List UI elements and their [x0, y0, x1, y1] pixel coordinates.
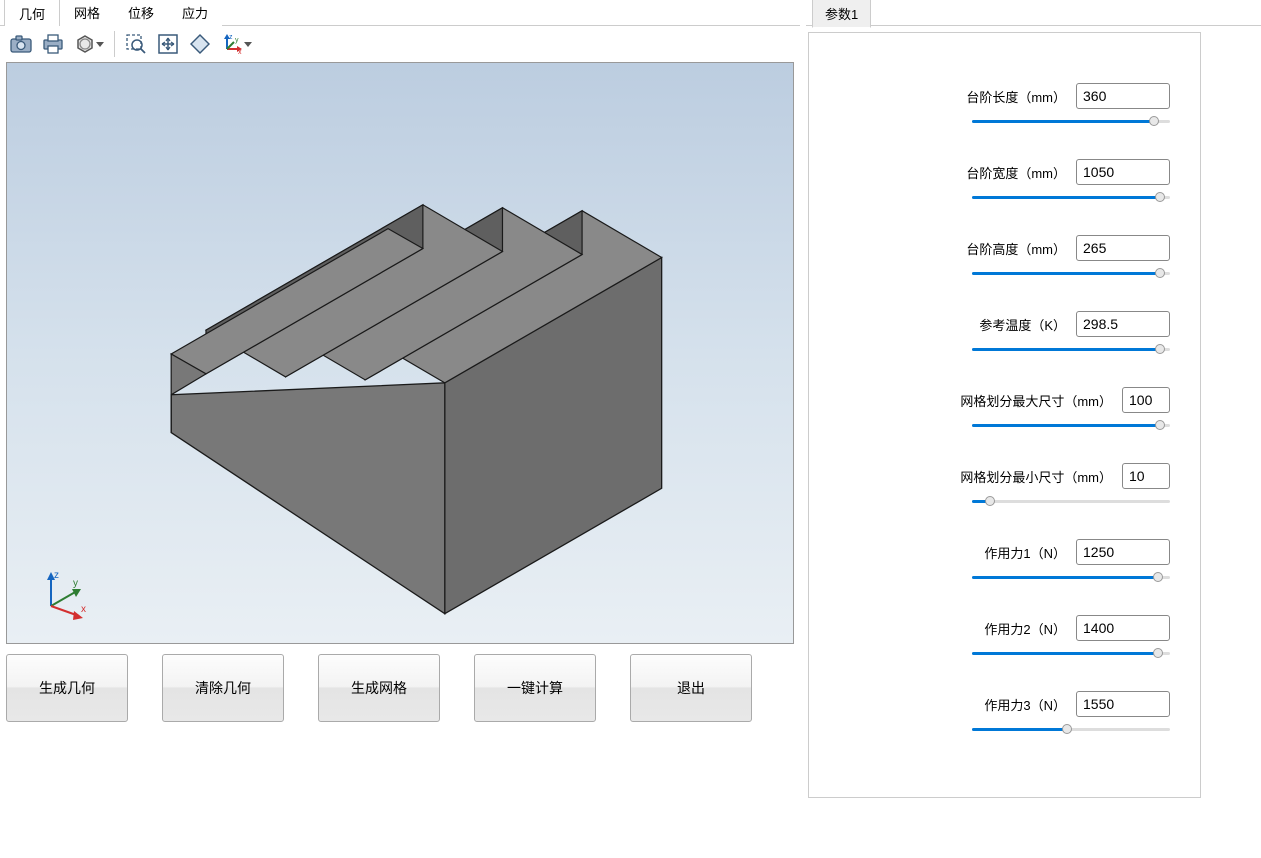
generate-geometry-button[interactable]: 生成几何: [6, 654, 128, 722]
param-slider[interactable]: [972, 725, 1170, 735]
param-label: 网格划分最大尺寸（mm）: [960, 391, 1112, 410]
param-input[interactable]: [1076, 83, 1170, 109]
param-row: 台阶高度（mm）: [839, 235, 1170, 279]
tab-mesh[interactable]: 网格: [60, 0, 114, 26]
param-slider[interactable]: [972, 345, 1170, 355]
param-input[interactable]: [1076, 235, 1170, 261]
action-buttons: 生成几何 清除几何 生成网格 一键计算 退出: [0, 644, 800, 722]
generate-mesh-button[interactable]: 生成网格: [318, 654, 440, 722]
param-input[interactable]: [1076, 539, 1170, 565]
param-label: 台阶宽度（mm）: [966, 163, 1066, 182]
param-row: 作用力3（N）: [839, 691, 1170, 735]
xy-plane-icon[interactable]: [185, 29, 215, 59]
axis-triad: z y x: [37, 568, 93, 623]
svg-text:y: y: [235, 37, 239, 44]
param-input[interactable]: [1122, 387, 1170, 413]
3d-viewport[interactable]: z y x: [6, 62, 794, 644]
param-label: 作用力3（N）: [984, 695, 1066, 714]
param-slider[interactable]: [972, 573, 1170, 583]
svg-text:y: y: [73, 578, 78, 589]
tab-stress[interactable]: 应力: [168, 0, 222, 26]
param-label: 参考温度（K）: [979, 315, 1066, 334]
clear-geometry-button[interactable]: 清除几何: [162, 654, 284, 722]
parameters-panel: 台阶长度（mm） 台阶宽度（mm） 台阶高度（mm） 参考温度（K） 网格划分最大尺寸（…: [808, 32, 1201, 798]
svg-text:z: z: [54, 570, 59, 581]
axes-icon[interactable]: z y x: [217, 29, 255, 59]
camera-icon[interactable]: [6, 29, 36, 59]
tab-params1[interactable]: 参数1: [812, 0, 871, 28]
param-row: 参考温度（K）: [839, 311, 1170, 355]
zoom-area-icon[interactable]: [121, 29, 151, 59]
view-tabs: 几何 网格 位移 应力: [0, 0, 800, 26]
param-slider[interactable]: [972, 193, 1170, 203]
fit-view-icon[interactable]: [153, 29, 183, 59]
param-label: 作用力1（N）: [984, 543, 1066, 562]
param-slider[interactable]: [972, 649, 1170, 659]
param-row: 作用力1（N）: [839, 539, 1170, 583]
exit-button[interactable]: 退出: [630, 654, 752, 722]
compute-button[interactable]: 一键计算: [474, 654, 596, 722]
chevron-down-icon: [96, 42, 104, 47]
param-row: 网格划分最大尺寸（mm）: [839, 387, 1170, 431]
svg-text:x: x: [81, 604, 86, 615]
param-slider[interactable]: [972, 269, 1170, 279]
param-slider[interactable]: [972, 497, 1170, 507]
param-input[interactable]: [1076, 311, 1170, 337]
tab-displacement[interactable]: 位移: [114, 0, 168, 26]
param-label: 台阶长度（mm）: [966, 87, 1066, 106]
param-row: 网格划分最小尺寸（mm）: [839, 463, 1170, 507]
param-label: 台阶高度（mm）: [966, 239, 1066, 258]
print-icon[interactable]: [38, 29, 68, 59]
param-row: 作用力2（N）: [839, 615, 1170, 659]
svg-text:x: x: [238, 49, 242, 55]
param-input[interactable]: [1076, 615, 1170, 641]
tab-geometry[interactable]: 几何: [4, 0, 60, 28]
toolbar: z y x: [0, 26, 800, 62]
param-input[interactable]: [1122, 463, 1170, 489]
param-input[interactable]: [1076, 691, 1170, 717]
params-tabs: 参数1: [806, 0, 1261, 26]
param-label: 网格划分最小尺寸（mm）: [960, 467, 1112, 486]
param-label: 作用力2（N）: [984, 619, 1066, 638]
param-slider[interactable]: [972, 421, 1170, 431]
chevron-down-icon: [244, 42, 252, 47]
3d-model: [7, 63, 793, 643]
separator: [114, 31, 115, 57]
param-row: 台阶宽度（mm）: [839, 159, 1170, 203]
hexagon-icon[interactable]: [70, 29, 108, 59]
svg-text:z: z: [229, 34, 233, 41]
param-input[interactable]: [1076, 159, 1170, 185]
param-slider[interactable]: [972, 117, 1170, 127]
param-row: 台阶长度（mm）: [839, 83, 1170, 127]
